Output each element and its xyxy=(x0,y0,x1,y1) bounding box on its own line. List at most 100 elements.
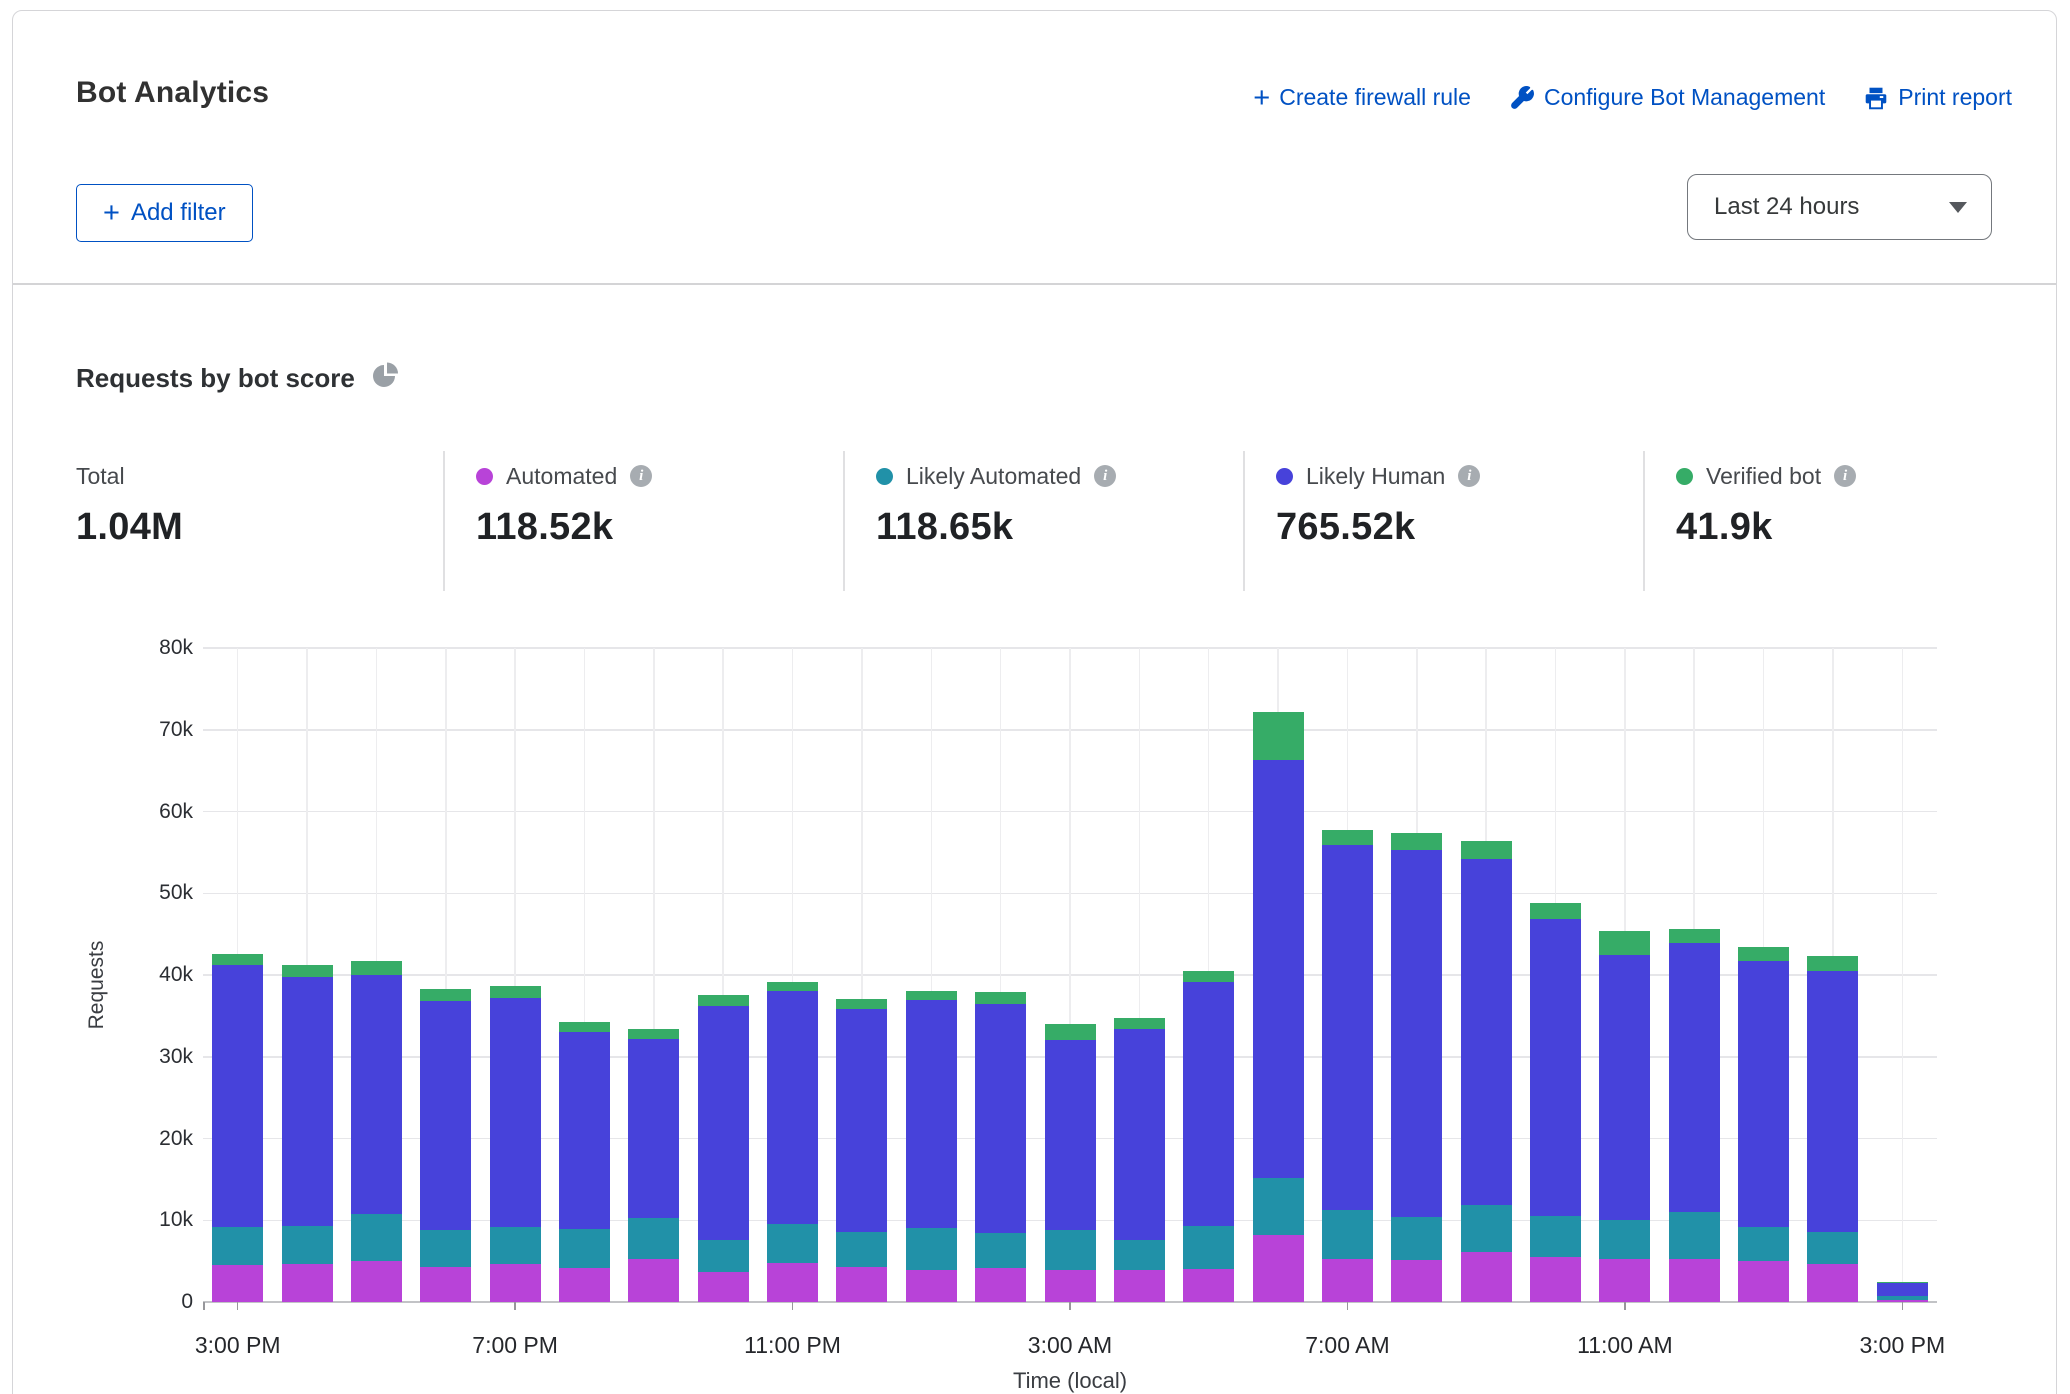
bar-segment-likely-automated xyxy=(906,1228,957,1270)
y-tick-label: 60k xyxy=(159,800,193,824)
bar-800am[interactable] xyxy=(1391,833,1442,1302)
bar-segment-likely-automated xyxy=(1183,1226,1234,1269)
bar-300pm[interactable] xyxy=(1877,1282,1928,1302)
create-firewall-rule-link[interactable]: + Create firewall rule xyxy=(1253,84,1471,111)
bar-1100pm[interactable] xyxy=(767,982,818,1302)
bar-segment-automated xyxy=(1391,1260,1442,1303)
stat-automated: Automated i 118.52k xyxy=(476,462,836,549)
stat-divider xyxy=(1243,451,1245,591)
info-icon[interactable]: i xyxy=(1094,465,1116,487)
info-icon[interactable]: i xyxy=(630,465,652,487)
bar-segment-verified-bot xyxy=(1669,929,1720,943)
stat-likely-human: Likely Human i 765.52k xyxy=(1276,462,1636,549)
add-filter-button[interactable]: + Add filter xyxy=(76,184,253,242)
print-report-label: Print report xyxy=(1898,84,2012,111)
bar-800pm[interactable] xyxy=(559,1022,610,1302)
bar-segment-verified-bot xyxy=(1877,1282,1928,1283)
verified-bot-legend-dot xyxy=(1676,468,1693,485)
bar-segment-likely-human xyxy=(1807,971,1858,1232)
x-axis-tick xyxy=(1902,1302,1904,1310)
stat-divider xyxy=(443,451,445,591)
bar-1200am[interactable] xyxy=(836,999,887,1302)
create-firewall-rule-label: Create firewall rule xyxy=(1279,84,1471,111)
bar-segment-likely-automated xyxy=(698,1240,749,1272)
bar-600pm[interactable] xyxy=(420,989,471,1302)
bar-1100am[interactable] xyxy=(1599,931,1650,1302)
header-actions: + Create firewall rule Configure Bot Man… xyxy=(1253,84,2012,111)
bar-segment-verified-bot xyxy=(351,961,402,975)
bar-100am[interactable] xyxy=(906,991,957,1302)
bar-200am[interactable] xyxy=(975,992,1026,1302)
bar-segment-verified-bot xyxy=(906,991,957,1000)
automated-value: 118.52k xyxy=(476,506,836,549)
bar-segment-verified-bot xyxy=(1253,712,1304,760)
bar-segment-likely-automated xyxy=(1877,1296,1928,1299)
bar-segment-automated xyxy=(420,1267,471,1302)
bar-1200pm[interactable] xyxy=(1669,929,1720,1302)
configure-bot-management-link[interactable]: Configure Bot Management xyxy=(1509,84,1825,111)
bar-300pm[interactable] xyxy=(212,954,263,1302)
info-icon[interactable]: i xyxy=(1458,465,1480,487)
info-icon[interactable]: i xyxy=(1834,465,1856,487)
bar-700am[interactable] xyxy=(1322,830,1373,1303)
bar-segment-automated xyxy=(836,1267,887,1302)
time-range-dropdown[interactable]: Last 24 hours xyxy=(1687,174,1992,240)
likely-automated-value: 118.65k xyxy=(876,506,1236,549)
bar-900pm[interactable] xyxy=(628,1029,679,1302)
likely-human-label: Likely Human xyxy=(1306,463,1445,490)
bar-segment-automated xyxy=(1461,1252,1512,1302)
verified-bot-value: 41.9k xyxy=(1676,506,2036,549)
bar-400am[interactable] xyxy=(1114,1018,1165,1302)
bar-700pm[interactable] xyxy=(490,986,541,1302)
y-tick-label: 80k xyxy=(159,636,193,660)
x-axis-tick xyxy=(237,1302,239,1310)
bar-segment-likely-human xyxy=(1669,943,1720,1212)
automated-legend-dot xyxy=(476,468,493,485)
bar-300am[interactable] xyxy=(1045,1024,1096,1302)
bar-segment-automated xyxy=(1253,1235,1304,1302)
configure-bot-management-label: Configure Bot Management xyxy=(1544,84,1825,111)
bar-500pm[interactable] xyxy=(351,961,402,1302)
y-axis-labels: 010k20k30k40k50k60k70k80k xyxy=(88,648,193,1302)
bar-segment-likely-automated xyxy=(1114,1240,1165,1270)
bar-segment-automated xyxy=(351,1261,402,1302)
bar-200pm[interactable] xyxy=(1807,956,1858,1302)
bar-100pm[interactable] xyxy=(1738,947,1789,1302)
gridline-x xyxy=(1902,648,1904,1302)
bar-segment-automated xyxy=(698,1272,749,1302)
bar-segment-verified-bot xyxy=(975,992,1026,1003)
bar-segment-verified-bot xyxy=(1114,1018,1165,1029)
section-title-row: Requests by bot score xyxy=(76,362,399,395)
bar-segment-verified-bot xyxy=(1183,971,1234,982)
bar-segment-verified-bot xyxy=(1530,903,1581,919)
x-tick-label: 7:00 AM xyxy=(1305,1332,1389,1359)
bar-1000am[interactable] xyxy=(1530,903,1581,1302)
total-label: Total xyxy=(76,463,125,490)
bar-600am[interactable] xyxy=(1253,712,1304,1302)
bar-segment-likely-automated xyxy=(1599,1220,1650,1258)
y-tick-label: 70k xyxy=(159,718,193,742)
bar-900am[interactable] xyxy=(1461,841,1512,1302)
bar-segment-automated xyxy=(559,1268,610,1302)
bar-segment-likely-human xyxy=(212,965,263,1227)
bar-400pm[interactable] xyxy=(282,965,333,1302)
bar-segment-automated xyxy=(1807,1264,1858,1302)
bar-segment-likely-human xyxy=(351,975,402,1214)
likely-automated-legend-dot xyxy=(876,468,893,485)
bar-500am[interactable] xyxy=(1183,971,1234,1302)
page-title: Bot Analytics xyxy=(76,76,269,110)
bar-segment-automated xyxy=(1183,1269,1234,1302)
bar-segment-likely-human xyxy=(1114,1029,1165,1240)
bar-segment-likely-human xyxy=(975,1004,1026,1234)
bar-segment-automated xyxy=(282,1264,333,1302)
bar-segment-likely-human xyxy=(1530,919,1581,1217)
bar-1000pm[interactable] xyxy=(698,995,749,1302)
bar-segment-verified-bot xyxy=(420,989,471,1001)
automated-label: Automated xyxy=(506,463,617,490)
bar-segment-likely-automated xyxy=(975,1233,1026,1268)
total-value: 1.04M xyxy=(76,506,436,549)
x-axis-tick xyxy=(792,1302,794,1310)
print-report-link[interactable]: Print report xyxy=(1863,84,2012,111)
bar-segment-automated xyxy=(767,1263,818,1302)
likely-automated-label: Likely Automated xyxy=(906,463,1081,490)
